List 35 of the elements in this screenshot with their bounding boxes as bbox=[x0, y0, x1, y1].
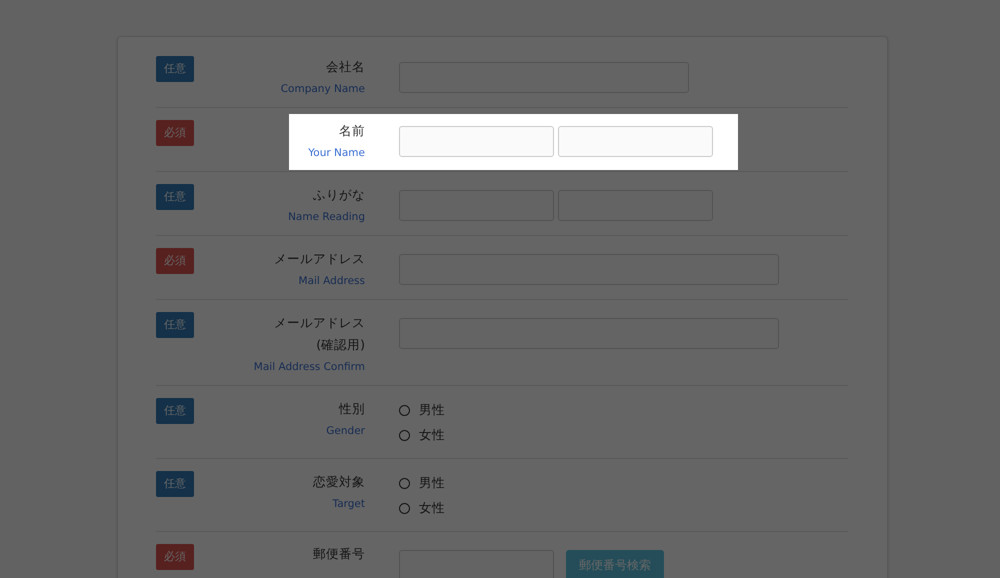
radio-option[interactable]: 女性 bbox=[399, 496, 445, 521]
radio-icon[interactable] bbox=[399, 503, 410, 514]
badge-label: 必須 bbox=[156, 544, 194, 570]
field-label: 郵便番号 bbox=[313, 545, 365, 563]
badge-label: 任意 bbox=[156, 312, 194, 338]
field-sublabel: Name Reading bbox=[288, 210, 365, 225]
field-label: メールアドレス bbox=[274, 314, 365, 332]
radio-icon[interactable] bbox=[399, 430, 410, 441]
field-label: 会社名 bbox=[326, 58, 365, 76]
field-label: メールアドレス bbox=[274, 250, 365, 268]
search-button[interactable]: 郵便番号検索 bbox=[566, 550, 664, 578]
input-field[interactable] bbox=[399, 126, 554, 157]
radio-option[interactable]: 男性 bbox=[399, 471, 445, 496]
radio-option[interactable]: 女性 bbox=[399, 423, 445, 448]
field-label: 名前 bbox=[339, 122, 365, 140]
field-label: 恋愛対象 bbox=[313, 473, 365, 491]
field-sublabel: Mail Address Confirm bbox=[254, 360, 365, 375]
field-label: (確認用) bbox=[316, 336, 365, 354]
badge-label: 任意 bbox=[156, 56, 194, 82]
badge-label: 必須 bbox=[156, 248, 194, 274]
badge-label: 任意 bbox=[156, 471, 194, 497]
badge-label: 任意 bbox=[156, 184, 194, 210]
field-sublabel: Gender bbox=[326, 424, 365, 439]
field-sublabel: Company Name bbox=[280, 82, 365, 97]
field-label: 性別 bbox=[339, 400, 365, 418]
field-sublabel: Your Name bbox=[308, 146, 365, 161]
radio-option[interactable]: 男性 bbox=[399, 398, 445, 423]
field-label: ふりがな bbox=[313, 186, 365, 204]
badge-label: 任意 bbox=[156, 398, 194, 424]
input-field[interactable] bbox=[558, 126, 713, 157]
radio-icon[interactable] bbox=[399, 478, 410, 489]
field-sublabel: Mail Address bbox=[298, 274, 365, 289]
radio-icon[interactable] bbox=[399, 405, 410, 416]
field-sublabel: Target bbox=[332, 497, 365, 512]
badge-label: 必須 bbox=[156, 120, 194, 146]
